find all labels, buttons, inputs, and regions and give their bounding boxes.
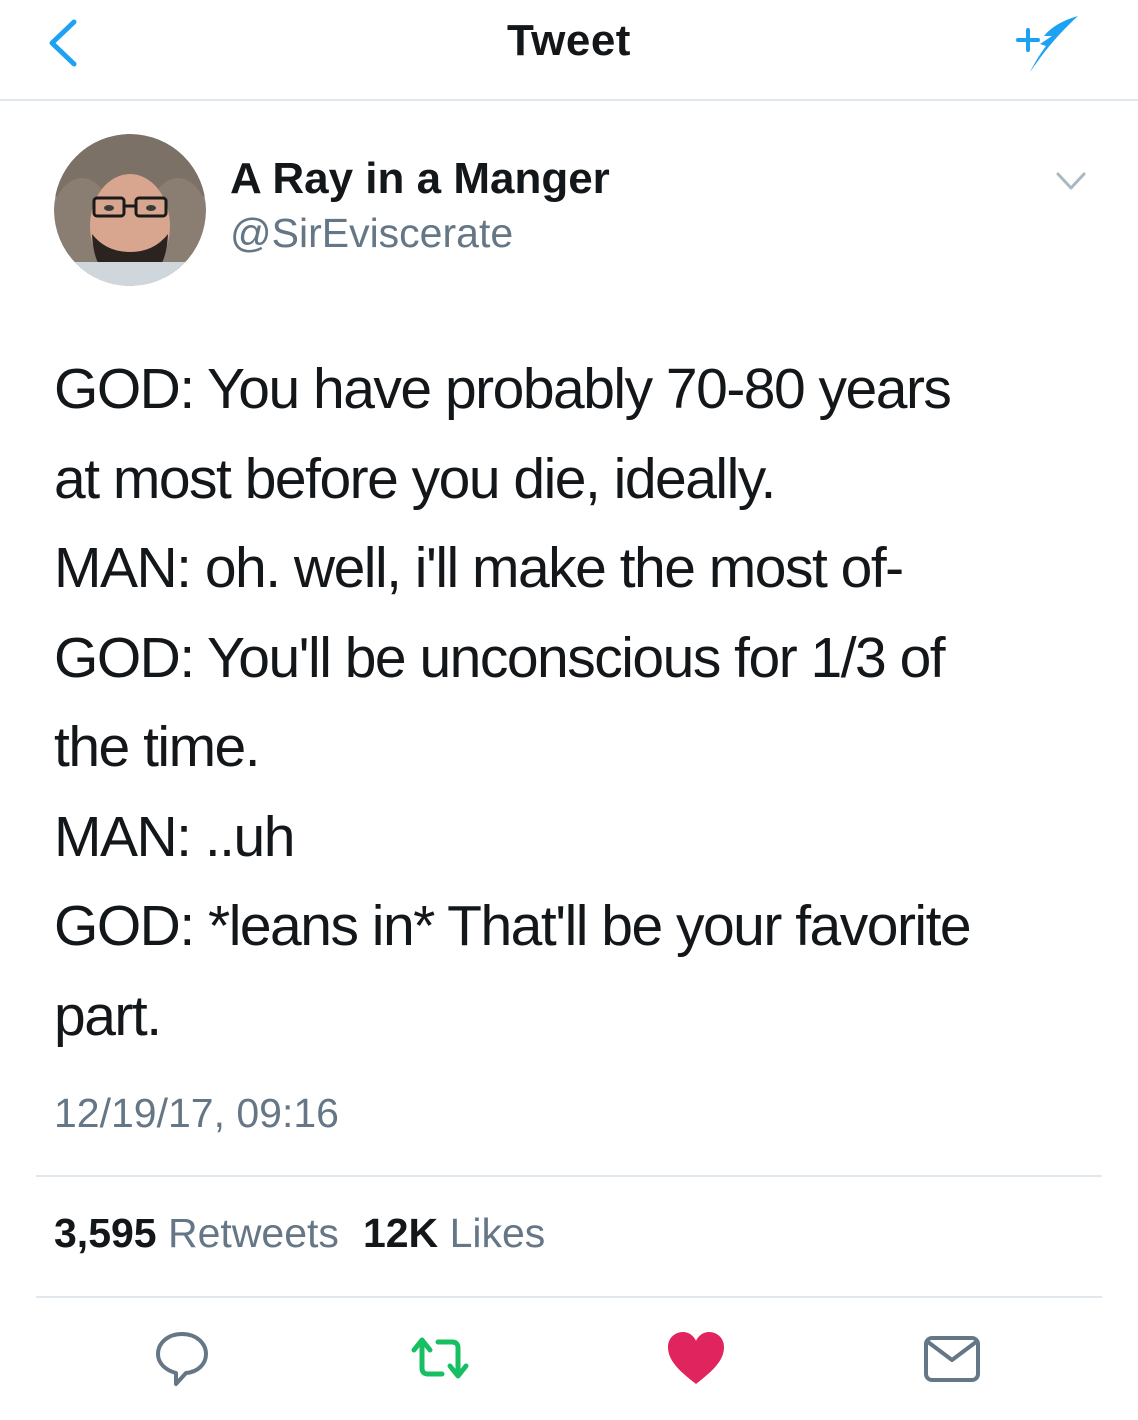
top-navbar: Tweet [0, 0, 1138, 101]
author-handle[interactable]: @SirEviscerate [230, 210, 513, 257]
author-display-name[interactable]: A Ray in a Manger [230, 154, 610, 204]
profile-photo [54, 134, 206, 286]
likes-count: 12K [362, 1210, 439, 1256]
tweet-text-line: GOD: *leans in* That'll be your favorite [54, 894, 972, 958]
envelope-icon [924, 1336, 980, 1382]
reply-bubble-icon [156, 1332, 208, 1386]
tweet-text-line: MAN: oh. well, i'll make the most of- [54, 536, 904, 600]
retweets-stat[interactable]: 3,595 Retweets [54, 1210, 339, 1256]
like-button[interactable] [664, 1326, 728, 1390]
compose-tweet-button[interactable] [1008, 10, 1088, 76]
retweets-count: 3,595 [54, 1210, 157, 1256]
avatar[interactable] [54, 134, 206, 286]
tweet-stats: 3,595 Retweets 12K Likes [54, 1210, 545, 1257]
likes-label: Likes [449, 1210, 546, 1256]
tweet-options-button[interactable] [1046, 162, 1096, 202]
direct-message-button[interactable] [920, 1326, 984, 1390]
chevron-down-icon [1056, 172, 1086, 190]
likes-stat[interactable]: 12K Likes [363, 1210, 545, 1256]
heart-icon [668, 1332, 724, 1384]
page-title: Tweet [507, 16, 631, 65]
tweet-text: GOD: You have probably 70-80 years at mo… [54, 345, 1104, 1061]
tweet-text-line: GOD: You have probably 70-80 years [54, 357, 952, 421]
tweet-timestamp: 12/19/17, 09:16 [54, 1090, 339, 1136]
tweet-text-line: part. [54, 983, 162, 1048]
tweet-text-line: MAN: ..uh [54, 804, 295, 869]
retweet-button[interactable] [408, 1326, 472, 1390]
tweet-text-line: the time. [54, 715, 261, 779]
divider [36, 1175, 1102, 1177]
tweet-text-line: at most before you die, ideally. [54, 446, 776, 511]
retweet-icon [411, 1337, 469, 1379]
reply-button[interactable] [150, 1326, 214, 1390]
compose-quill-icon [1016, 16, 1078, 72]
retweets-label: Retweets [168, 1210, 339, 1256]
tweet-text-line: GOD: You'll be unconscious for 1/3 of [54, 625, 946, 690]
divider [36, 1296, 1102, 1298]
